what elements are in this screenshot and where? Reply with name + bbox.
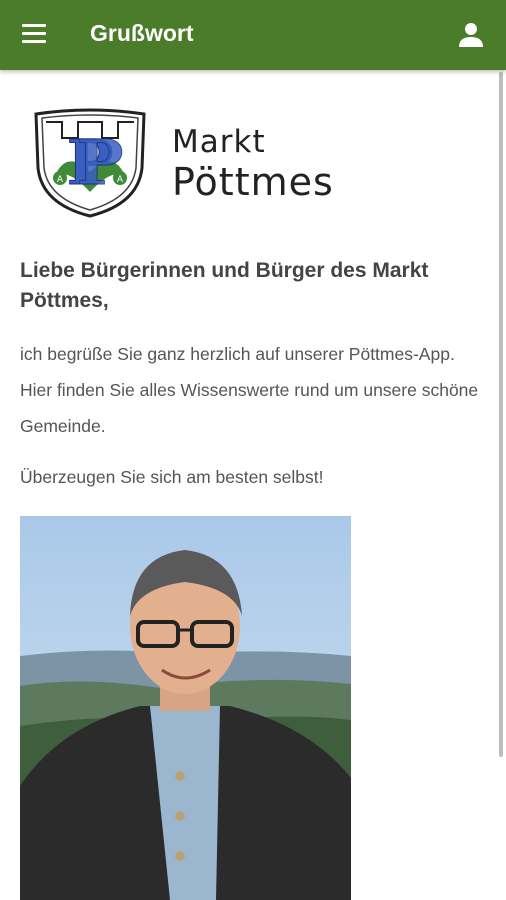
closing-paragraph: Überzeugen Sie sich am besten selbst! [20, 467, 324, 487]
logo-text-poettmes: Pöttmes [172, 160, 334, 204]
page-title: Grußwort [90, 20, 194, 46]
markt-poettmes-logo: P P A A Markt Pöttmes [32, 108, 362, 218]
svg-text:A: A [117, 175, 124, 185]
greeting-heading: Liebe Bürgerinnen und Bürger des Markt P… [20, 259, 429, 312]
portrait-photo [20, 516, 351, 900]
person-icon[interactable] [458, 22, 484, 48]
hamburger-menu-icon[interactable] [22, 24, 48, 46]
svg-text:P: P [77, 126, 124, 199]
svg-text:A: A [57, 175, 64, 185]
coat-of-arms-icon: P P A A [34, 108, 146, 218]
app-bar: Grußwort [0, 0, 506, 70]
logo-text-markt: Markt [172, 124, 266, 160]
intro-paragraph: ich begrüße Sie ganz herzlich auf unsere… [20, 344, 479, 436]
scrollbar[interactable] [499, 72, 503, 757]
main-content: P P A A Markt Pöttmes Liebe Bürgerinnen … [0, 70, 498, 900]
